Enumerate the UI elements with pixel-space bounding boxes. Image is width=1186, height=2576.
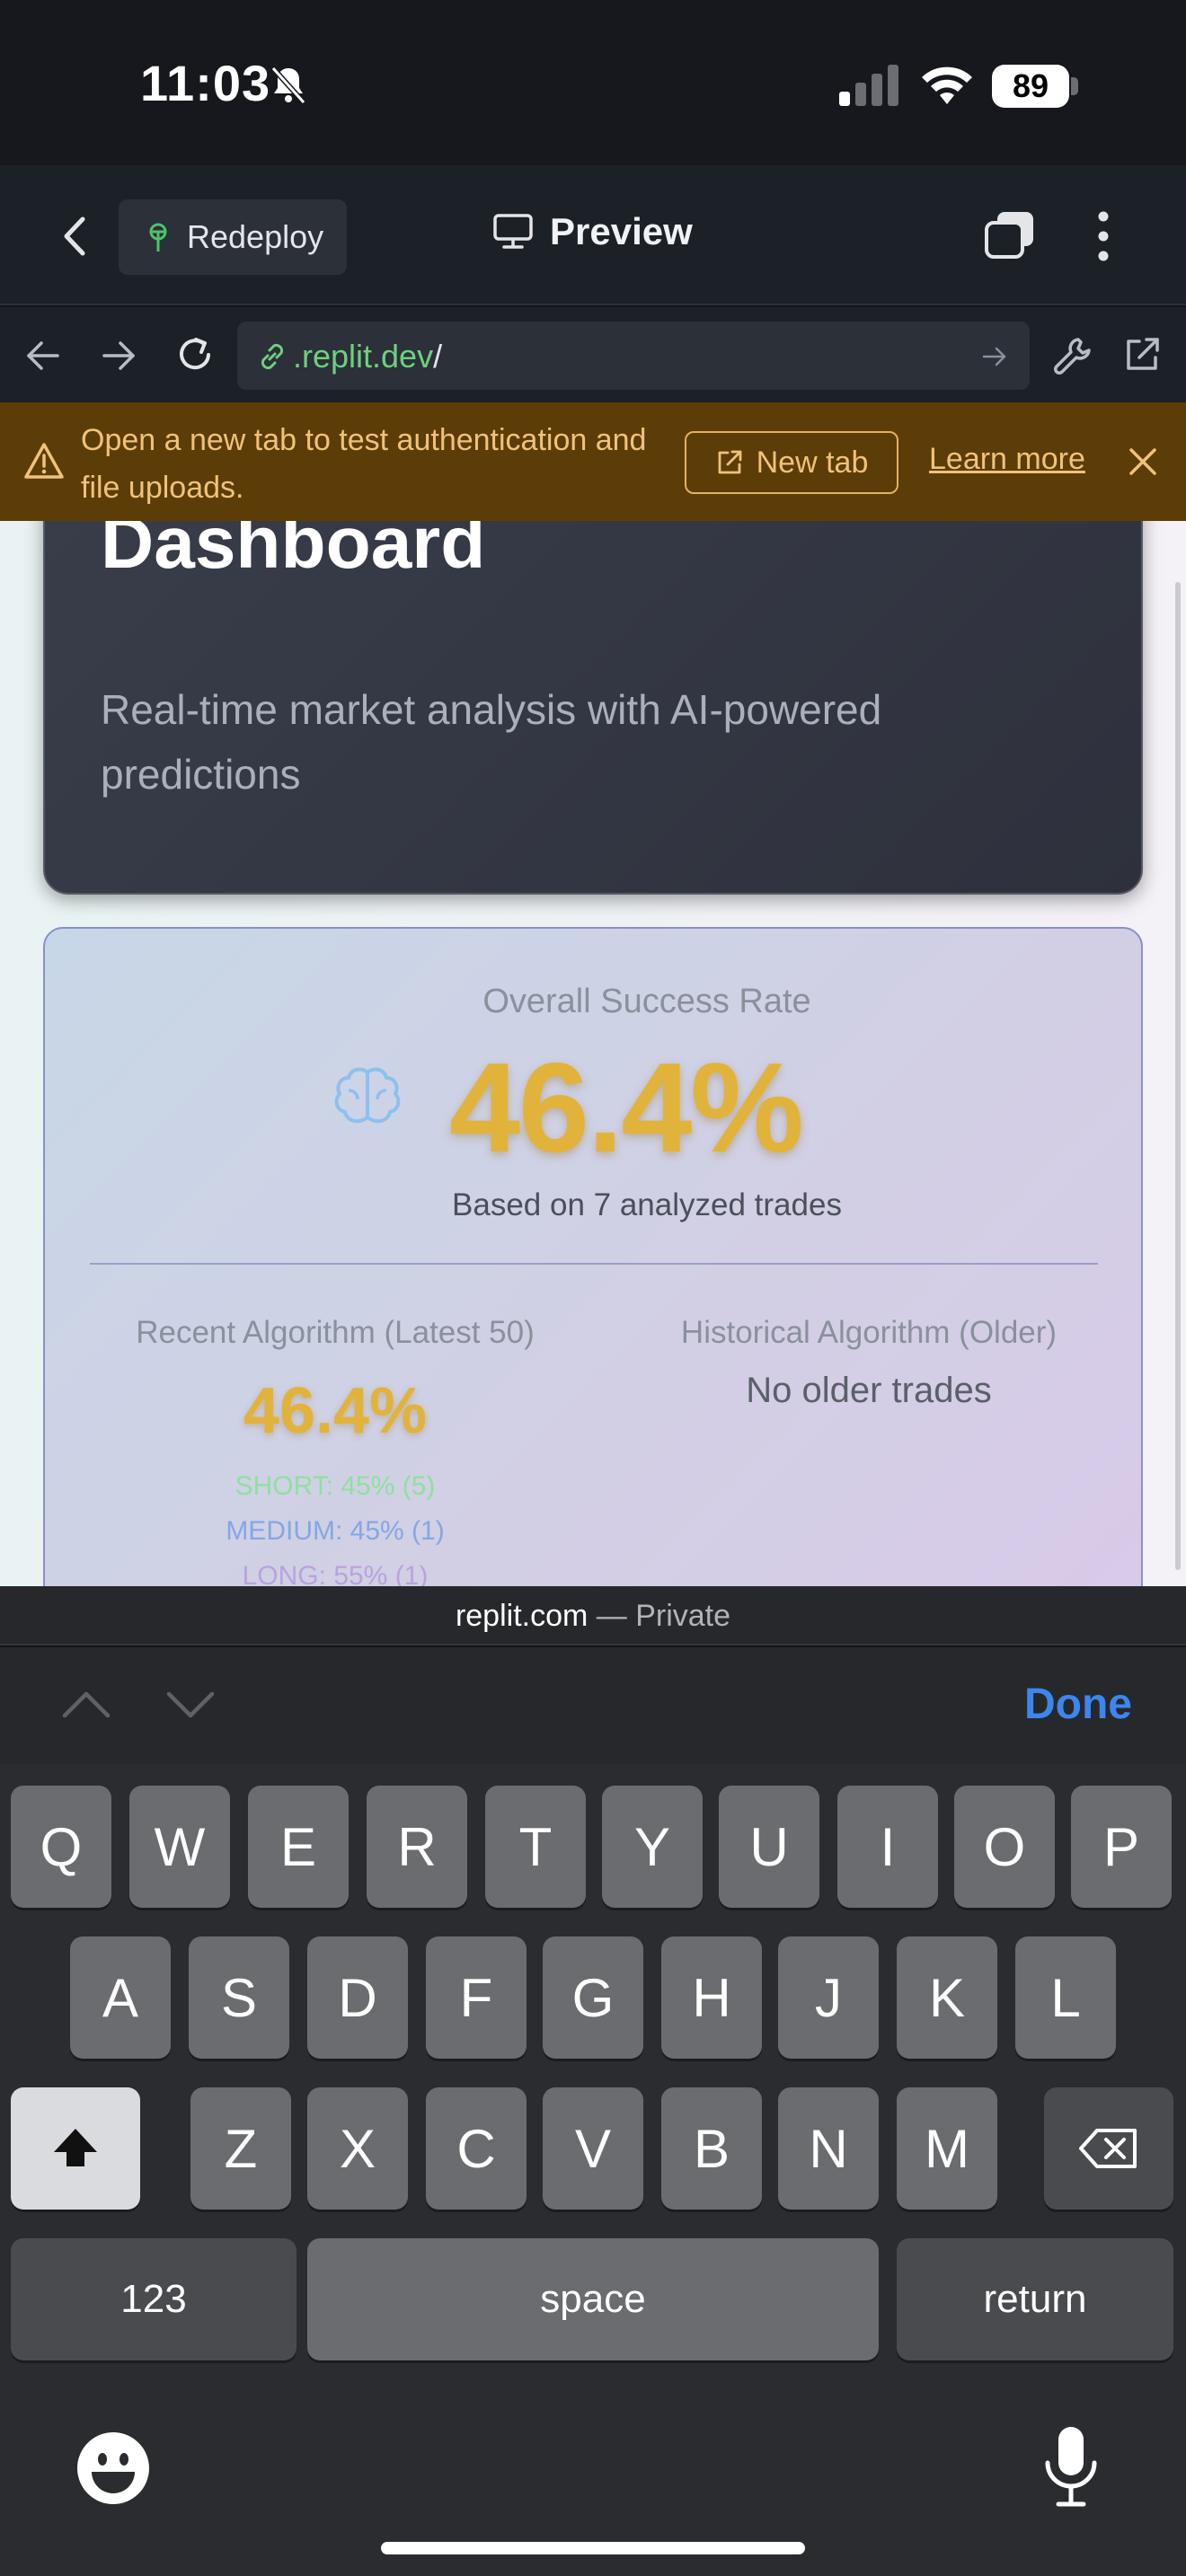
- key-b[interactable]: B: [661, 2087, 762, 2210]
- breakdown-short: SHORT: 45% (5): [235, 1471, 436, 1501]
- url-field[interactable]: .replit.dev/: [237, 322, 1030, 390]
- redeploy-button[interactable]: Redeploy: [119, 199, 347, 275]
- learn-more-link[interactable]: Learn more: [929, 442, 1085, 477]
- numbers-key[interactable]: 123: [11, 2238, 296, 2360]
- url-path: /: [433, 338, 443, 375]
- done-button[interactable]: Done: [1024, 1680, 1132, 1729]
- success-rate-card: Overall Success Rate 46.4% Based on 7 an…: [43, 927, 1143, 1586]
- tabs-icon[interactable]: [981, 208, 1039, 262]
- replit-app-bar: Redeploy Preview: [0, 165, 1186, 305]
- key-k[interactable]: K: [897, 1936, 997, 2059]
- key-s[interactable]: S: [189, 1936, 289, 2059]
- arrow-left-icon[interactable]: [23, 336, 63, 375]
- webview[interactable]: Cryptocurrency Trading Dashboard Real-ti…: [0, 402, 1186, 1586]
- status-bar: 11:03 89: [0, 0, 1186, 165]
- key-g[interactable]: G: [543, 1936, 643, 2059]
- key-v[interactable]: V: [543, 2087, 643, 2210]
- bell-slash-icon: [270, 66, 306, 105]
- key-t[interactable]: T: [485, 1786, 586, 1908]
- new-tab-label: New tab: [756, 445, 869, 480]
- return-key[interactable]: return: [897, 2238, 1173, 2360]
- shift-icon: [54, 2129, 97, 2166]
- shift-key[interactable]: [11, 2087, 140, 2210]
- key-x[interactable]: X: [307, 2087, 408, 2210]
- breakdown-long: LONG: 55% (1): [242, 1561, 429, 1586]
- signal-icon: [839, 65, 898, 106]
- keyboard-accessory-bar: Done: [0, 1647, 1186, 1764]
- auth-warning-banner: Open a new tab to test authentication an…: [0, 402, 1186, 521]
- key-h[interactable]: H: [661, 1936, 762, 2059]
- chevron-down-icon[interactable]: [164, 1687, 217, 1723]
- redeploy-label: Redeploy: [187, 218, 324, 255]
- analyzed-trades-caption: Based on 7 analyzed trades: [452, 1187, 842, 1222]
- status-time: 11:03: [140, 55, 271, 111]
- page-scrollbar[interactable]: [1175, 582, 1181, 1570]
- key-w[interactable]: W: [129, 1786, 230, 1908]
- key-u[interactable]: U: [719, 1786, 819, 1908]
- recent-algorithm-value: 46.4%: [243, 1375, 428, 1447]
- key-a[interactable]: A: [70, 1936, 171, 2059]
- url-host: .replit.dev: [293, 338, 434, 375]
- preview-title: Preview: [492, 210, 693, 253]
- link-icon: [261, 343, 284, 370]
- private-host: replit.com: [455, 1599, 589, 1633]
- card-divider: [90, 1263, 1098, 1265]
- success-rate-heading: Overall Success Rate: [482, 983, 811, 1020]
- key-l[interactable]: L: [1015, 1936, 1116, 2059]
- close-icon[interactable]: [1127, 446, 1159, 478]
- key-j[interactable]: J: [778, 1936, 879, 2059]
- microphone-icon[interactable]: [1039, 2423, 1103, 2510]
- chevron-up-icon[interactable]: [59, 1687, 113, 1723]
- key-d[interactable]: D: [307, 1936, 408, 2059]
- wifi-icon: [922, 66, 972, 104]
- wrench-icon[interactable]: [1051, 334, 1094, 377]
- warning-icon: [24, 443, 64, 479]
- key-p[interactable]: P: [1071, 1786, 1172, 1908]
- preview-label: Preview: [550, 210, 693, 252]
- back-icon[interactable]: [56, 214, 95, 259]
- key-z[interactable]: Z: [190, 2087, 291, 2210]
- key-f[interactable]: F: [426, 1936, 527, 2059]
- key-e[interactable]: E: [248, 1786, 349, 1908]
- reload-icon[interactable]: [173, 332, 217, 377]
- breakdown-medium: MEDIUM: 45% (1): [226, 1516, 445, 1546]
- banner-message: Open a new tab to test authentication an…: [81, 423, 647, 505]
- brain-icon: [334, 1067, 401, 1124]
- historical-algorithm-label: Historical Algorithm (Older): [680, 1315, 1058, 1350]
- space-key[interactable]: space: [307, 2238, 879, 2360]
- key-o[interactable]: O: [954, 1786, 1055, 1908]
- key-m[interactable]: M: [897, 2087, 997, 2210]
- backspace-icon: [1079, 2129, 1137, 2168]
- key-q[interactable]: Q: [11, 1786, 111, 1908]
- historical-algorithm-value: No older trades: [746, 1371, 992, 1410]
- arrow-right-icon[interactable]: [99, 336, 138, 375]
- key-n[interactable]: N: [778, 2087, 879, 2210]
- on-screen-keyboard: Q W E R T Y U I O P A S D F G H J K L Z …: [0, 1764, 1186, 2576]
- external-link-icon: [718, 450, 742, 474]
- external-link-icon[interactable]: [1121, 334, 1163, 375]
- url-toolbar: .replit.dev/: [0, 307, 1186, 402]
- private-browsing-bar: replit.com — Private: [0, 1586, 1186, 1645]
- go-arrow-icon[interactable]: [981, 343, 1008, 370]
- emoji-icon[interactable]: [75, 2430, 151, 2506]
- recent-algorithm-label: Recent Algorithm (Latest 50): [136, 1315, 535, 1350]
- key-y[interactable]: Y: [602, 1786, 703, 1908]
- overall-success-value: 46.4%: [449, 1037, 804, 1179]
- more-options-icon[interactable]: [1085, 208, 1121, 264]
- battery-indicator: 89: [992, 65, 1069, 108]
- delete-key[interactable]: [1044, 2087, 1173, 2210]
- private-suffix: — Private: [588, 1599, 731, 1633]
- home-indicator[interactable]: [381, 2542, 805, 2554]
- key-r[interactable]: R: [367, 1786, 467, 1908]
- key-i[interactable]: I: [837, 1786, 938, 1908]
- battery-nub: [1071, 77, 1078, 95]
- new-tab-button[interactable]: New tab: [685, 431, 898, 494]
- key-c[interactable]: C: [426, 2087, 527, 2210]
- page-subtitle: Real-time market analysis with AI-powere…: [101, 686, 882, 798]
- monitor-icon: [493, 214, 533, 249]
- deploy-icon: [149, 223, 167, 251]
- url-text: .replit.dev/: [293, 338, 442, 375]
